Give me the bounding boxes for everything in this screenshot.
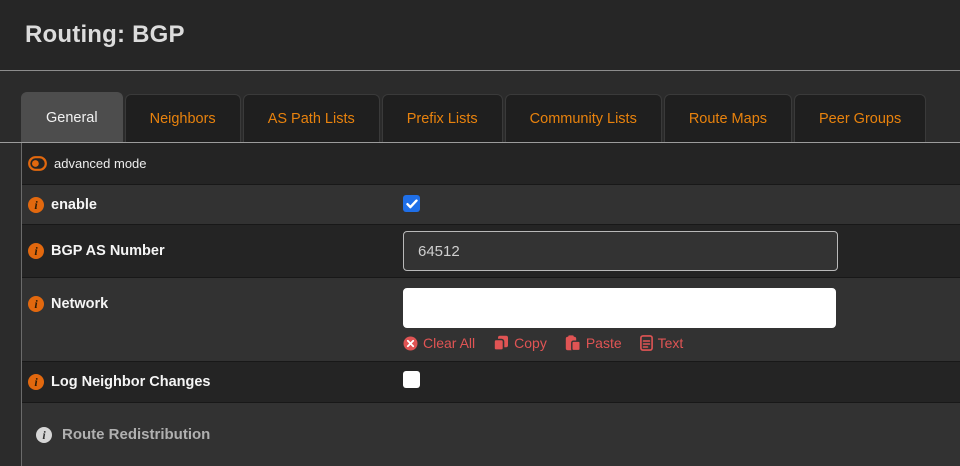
tab-peer-groups[interactable]: Peer Groups — [794, 94, 926, 142]
network-input[interactable] — [403, 288, 836, 328]
network-label: Network — [51, 296, 108, 312]
page-title: Routing: BGP — [25, 21, 185, 49]
general-settings-form: advanced mode i enable i BGP AS Number — [21, 143, 960, 466]
copy-button[interactable]: Copy — [493, 335, 547, 351]
tab-strip-wrap: General Neighbors AS Path Lists Prefix L… — [0, 71, 960, 143]
info-icon[interactable]: i — [36, 427, 52, 443]
tab-general[interactable]: General — [21, 92, 123, 142]
enable-row: i enable — [22, 184, 960, 224]
bgp-settings-page: Routing: BGP General Neighbors AS Path L… — [0, 0, 960, 466]
toggle-off-icon[interactable] — [28, 156, 47, 171]
clear-all-button[interactable]: Clear All — [403, 335, 475, 351]
tab-prefix-lists[interactable]: Prefix Lists — [382, 94, 503, 142]
bgp-as-number-label: BGP AS Number — [51, 243, 165, 259]
info-icon[interactable]: i — [28, 374, 44, 390]
route-redistribution-row: i Route Redistribution — [22, 402, 960, 466]
advanced-mode-toggle[interactable]: advanced mode — [22, 156, 403, 171]
times-circle-icon — [403, 336, 418, 351]
paste-button[interactable]: Paste — [565, 335, 622, 351]
log-neighbor-changes-checkbox[interactable] — [403, 371, 420, 388]
tab-route-maps[interactable]: Route Maps — [664, 94, 792, 142]
log-neighbor-changes-row: i Log Neighbor Changes — [22, 361, 960, 402]
bgp-as-number-row: i BGP AS Number — [22, 224, 960, 277]
advanced-mode-row: advanced mode — [22, 143, 960, 184]
network-row: i Network Clear All — [22, 277, 960, 361]
enable-label: enable — [51, 197, 97, 213]
paste-icon — [565, 335, 581, 351]
info-icon[interactable]: i — [28, 296, 44, 312]
enable-checkbox[interactable] — [403, 195, 420, 212]
network-actions: Clear All Copy — [403, 335, 960, 351]
advanced-mode-label: advanced mode — [54, 156, 147, 171]
file-text-icon — [640, 335, 653, 351]
page-header: Routing: BGP — [0, 0, 960, 71]
info-icon[interactable]: i — [28, 197, 44, 213]
copy-icon — [493, 335, 509, 351]
tab-neighbors[interactable]: Neighbors — [125, 94, 241, 142]
bgp-as-number-input[interactable] — [403, 231, 838, 271]
tab-as-path-lists[interactable]: AS Path Lists — [243, 94, 380, 142]
tab-strip: General Neighbors AS Path Lists Prefix L… — [0, 92, 960, 143]
log-neighbor-changes-label: Log Neighbor Changes — [51, 374, 211, 390]
route-redistribution-label: Route Redistribution — [62, 426, 210, 443]
info-icon[interactable]: i — [28, 243, 44, 259]
text-mode-button[interactable]: Text — [640, 335, 684, 351]
tab-community-lists[interactable]: Community Lists — [505, 94, 662, 142]
